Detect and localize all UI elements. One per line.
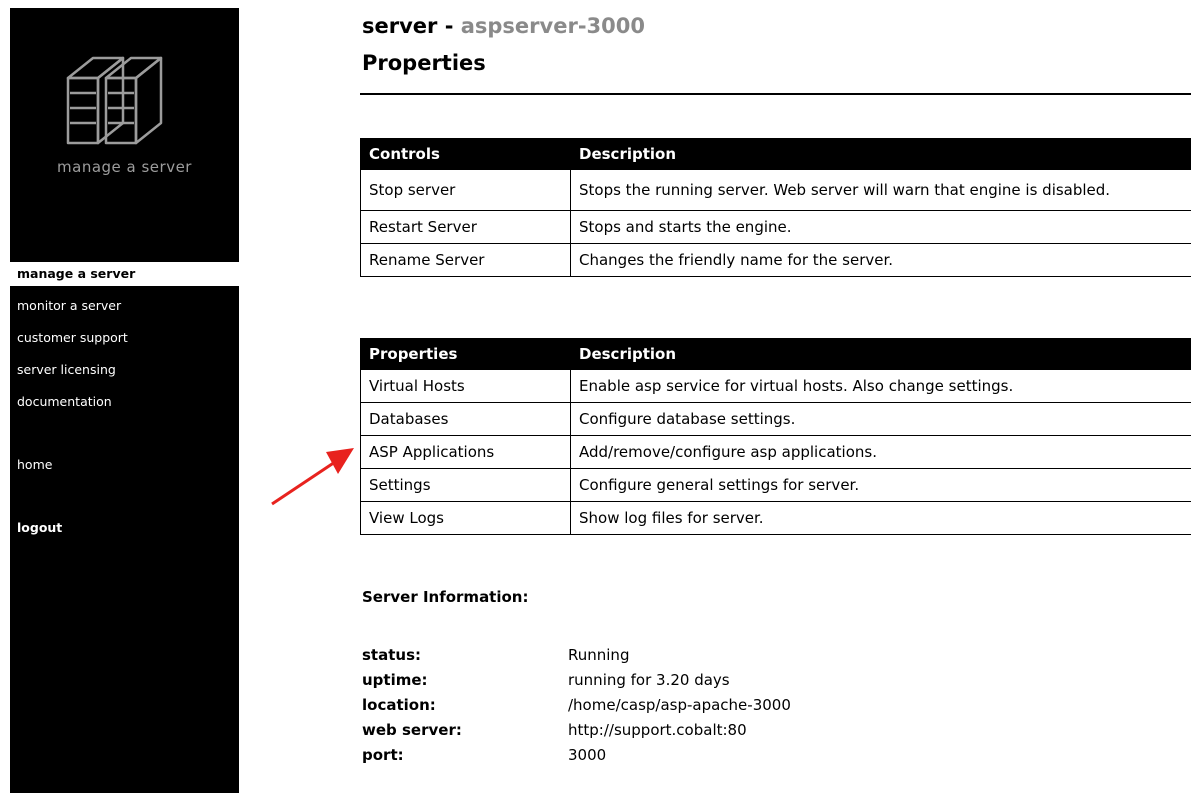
server-info-heading: Server Information: [362,588,529,606]
info-key: status: [362,645,421,664]
table-row[interactable]: Settings Configure general settings for … [360,468,1191,502]
info-value-port: 3000 [568,745,607,764]
row-description: Stops and starts the engine. [570,210,1191,244]
info-row: status: Running [362,642,791,667]
control-restart-server[interactable]: Restart Server [360,210,571,244]
page-subtitle: Properties [362,51,486,75]
property-view-logs[interactable]: View Logs [360,501,571,535]
table-row[interactable]: Stop server Stops the running server. We… [360,169,1191,211]
info-row: web server: http://support.cobalt:80 [362,717,791,742]
table-row[interactable]: ASP Applications Add/remove/configure as… [360,435,1191,469]
column-header: Description [570,138,1191,170]
info-key: web server: [362,720,462,739]
server-name: aspserver-3000 [460,14,645,38]
table-header-row: Properties Description [360,338,1191,370]
table-row[interactable]: Restart Server Stops and starts the engi… [360,210,1191,244]
row-description: Stops the running server. Web server wil… [570,169,1191,211]
property-databases[interactable]: Databases [360,402,571,436]
nav-documentation[interactable]: documentation [10,390,239,414]
row-description: Show log files for server. [570,501,1191,535]
page-title: server - aspserver-3000 [362,14,645,38]
nav-manage-a-server[interactable]: manage a server [10,262,239,286]
main-content: server - aspserver-3000 Properties Contr… [360,0,1191,793]
control-stop-server[interactable]: Stop server [360,169,571,211]
row-description: Add/remove/configure asp applications. [570,435,1191,469]
table-header-row: Controls Description [360,138,1191,170]
sidebar: manage a server manage a server monitor … [10,8,239,793]
properties-table: Properties Description Virtual Hosts Ena… [360,338,1191,535]
logo: manage a server [10,8,239,258]
title-prefix: server - [362,14,461,38]
info-value-location: /home/casp/asp-apache-3000 [568,695,791,714]
column-header: Properties [360,338,571,370]
table-row[interactable]: Rename Server Changes the friendly name … [360,243,1191,277]
info-row: uptime: running for 3.20 days [362,667,791,692]
row-description: Configure database settings. [570,402,1191,436]
nav-home[interactable]: home [10,453,239,477]
control-rename-server[interactable]: Rename Server [360,243,571,277]
nav-logout[interactable]: logout [10,516,239,540]
nav-server-licensing[interactable]: server licensing [10,358,239,382]
property-virtual-hosts[interactable]: Virtual Hosts [360,369,571,403]
info-key: port: [362,745,404,764]
column-header: Description [570,338,1191,370]
table-row[interactable]: Databases Configure database settings. [360,402,1191,436]
table-row[interactable]: View Logs Show log files for server. [360,501,1191,535]
row-description: Changes the friendly name for the server… [570,243,1191,277]
info-value-web-server: http://support.cobalt:80 [568,720,747,739]
info-row: port: 3000 [362,742,791,767]
info-value-uptime: running for 3.20 days [568,670,730,689]
info-key: uptime: [362,670,428,689]
title-divider [360,93,1191,95]
row-description: Enable asp service for virtual hosts. Al… [570,369,1191,403]
property-settings[interactable]: Settings [360,468,571,502]
nav-customer-support[interactable]: customer support [10,326,239,350]
server-logo-icon [66,56,163,145]
logo-caption: manage a server [57,158,192,176]
table-row[interactable]: Virtual Hosts Enable asp service for vir… [360,369,1191,403]
row-description: Configure general settings for server. [570,468,1191,502]
info-value-status: Running [568,645,630,664]
red-arrow-icon [271,448,354,506]
property-asp-applications[interactable]: ASP Applications [360,435,571,469]
nav-monitor-a-server[interactable]: monitor a server [10,294,239,318]
info-key: location: [362,695,436,714]
server-info-table: status: Running uptime: running for 3.20… [362,642,791,767]
column-header: Controls [360,138,571,170]
controls-table: Controls Description Stop server Stops t… [360,138,1191,277]
info-row: location: /home/casp/asp-apache-3000 [362,692,791,717]
